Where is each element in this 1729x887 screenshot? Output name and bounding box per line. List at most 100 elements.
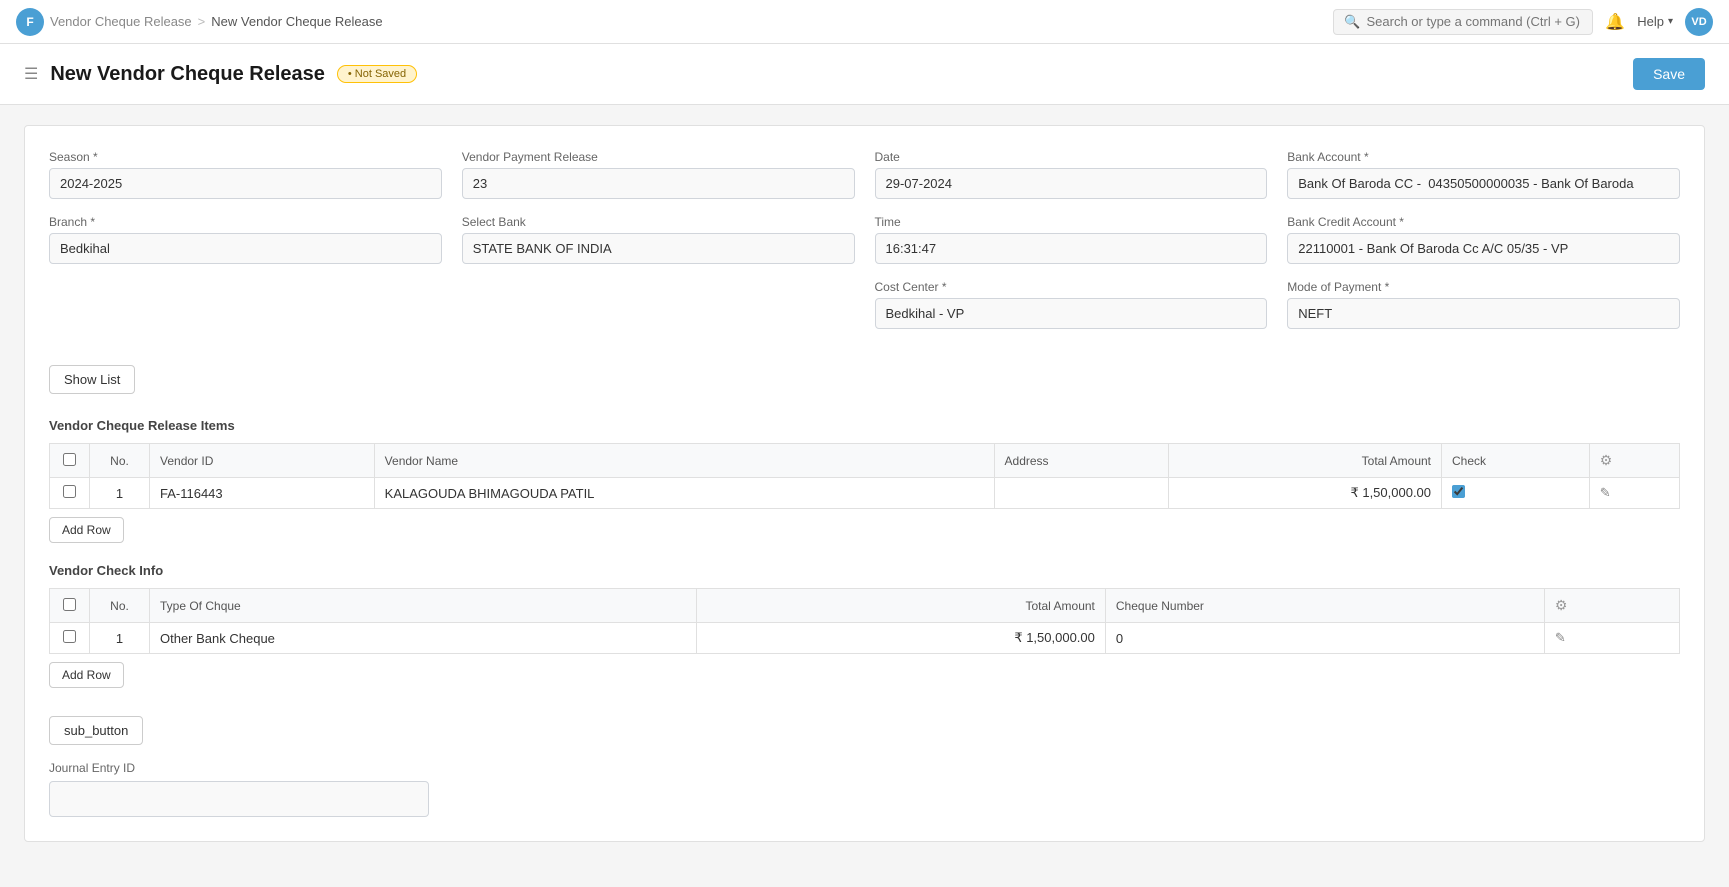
select-bank-label: Select Bank: [462, 215, 855, 229]
vendor-items-add-row-button[interactable]: Add Row: [49, 517, 124, 543]
vendor-payment-field: Vendor Payment Release: [462, 150, 855, 199]
vendor-items-header-total-amount: Total Amount: [1169, 444, 1442, 478]
time-field: Time: [875, 215, 1268, 264]
page-header: ☰ New Vendor Cheque Release • Not Saved …: [0, 44, 1729, 105]
vendor-item-row-check: [1442, 478, 1590, 509]
branch-input[interactable]: [49, 233, 442, 264]
vendor-items-header-check: Check: [1442, 444, 1590, 478]
settings-icon-2[interactable]: ⚙: [1555, 597, 1568, 613]
vendor-item-row-checkbox-cell: [50, 478, 90, 509]
breadcrumb-parent[interactable]: Vendor Cheque Release: [50, 14, 192, 29]
vendor-item-row-edit: ✎: [1589, 478, 1679, 509]
edit-icon[interactable]: ✎: [1600, 485, 1611, 500]
edit-icon-2[interactable]: ✎: [1555, 630, 1566, 645]
date-label: Date: [875, 150, 1268, 164]
vendor-item-row-checkbox[interactable]: [63, 485, 76, 498]
nav-right: 🔍 🔔 Help ▾ VD: [1333, 8, 1713, 36]
vendor-payment-input[interactable]: [462, 168, 855, 199]
breadcrumb: Vendor Cheque Release > New Vendor Chequ…: [50, 14, 383, 29]
mode-of-payment-label: Mode of Payment *: [1287, 280, 1680, 294]
vendor-items-header-vendor-name: Vendor Name: [374, 444, 994, 478]
season-input[interactable]: [49, 168, 442, 199]
journal-entry-input[interactable]: [49, 781, 429, 817]
bank-credit-account-input[interactable]: [1287, 233, 1680, 264]
notification-bell-icon[interactable]: 🔔: [1605, 12, 1625, 32]
user-avatar[interactable]: VD: [1685, 8, 1713, 36]
vendor-check-header-settings: ⚙: [1544, 589, 1679, 623]
form-grid: Season * Vendor Payment Release Date Ban…: [49, 150, 1680, 329]
search-box[interactable]: 🔍: [1333, 9, 1593, 35]
vendor-check-header-cheque-number: Cheque Number: [1105, 589, 1544, 623]
breadcrumb-current: New Vendor Cheque Release: [211, 14, 382, 29]
vendor-check-row-total-amount: ₹ 1,50,000.00: [697, 623, 1106, 654]
vendor-item-row-total-amount: ₹ 1,50,000.00: [1169, 478, 1442, 509]
chevron-down-icon: ▾: [1668, 16, 1673, 27]
cost-center-input[interactable]: [875, 298, 1268, 329]
vendor-check-header-type: Type Of Chque: [150, 589, 697, 623]
select-bank-field: Select Bank: [462, 215, 855, 264]
search-icon: 🔍: [1344, 14, 1360, 30]
journal-entry-label: Journal Entry ID: [49, 761, 1680, 775]
vendor-item-check-checkbox[interactable]: [1452, 485, 1465, 498]
vendor-check-row-checkbox-cell: [50, 623, 90, 654]
bank-credit-account-label: Bank Credit Account *: [1287, 215, 1680, 229]
show-list-button[interactable]: Show List: [49, 365, 135, 394]
vendor-items-header-no: No.: [90, 444, 150, 478]
branch-field: Branch *: [49, 215, 442, 264]
page-header-left: ☰ New Vendor Cheque Release • Not Saved: [24, 63, 417, 86]
vendor-check-select-all-checkbox[interactable]: [63, 598, 76, 611]
season-label: Season *: [49, 150, 442, 164]
vendor-check-add-row-button[interactable]: Add Row: [49, 662, 124, 688]
sub-button[interactable]: sub_button: [49, 716, 143, 745]
vendor-payment-label: Vendor Payment Release: [462, 150, 855, 164]
bank-account-input[interactable]: [1287, 168, 1680, 199]
vendor-items-header-vendor-id: Vendor ID: [150, 444, 375, 478]
breadcrumb-sep: >: [198, 14, 206, 29]
cost-center-field: Cost Center *: [875, 280, 1268, 329]
vendor-items-section-title: Vendor Cheque Release Items: [49, 418, 1680, 433]
bank-account-label: Bank Account *: [1287, 150, 1680, 164]
select-bank-input[interactable]: [462, 233, 855, 264]
top-navbar: F Vendor Cheque Release > New Vendor Che…: [0, 0, 1729, 44]
form-card: Season * Vendor Payment Release Date Ban…: [24, 125, 1705, 842]
vendor-items-header-checkbox: [50, 444, 90, 478]
date-input[interactable]: [875, 168, 1268, 199]
bank-account-field: Bank Account *: [1287, 150, 1680, 199]
vendor-check-header-total-amount: Total Amount: [697, 589, 1106, 623]
season-field: Season *: [49, 150, 442, 199]
mode-of-payment-field: Mode of Payment *: [1287, 280, 1680, 329]
search-input[interactable]: [1366, 14, 1582, 29]
bank-credit-account-field: Bank Credit Account *: [1287, 215, 1680, 264]
branch-label: Branch *: [49, 215, 442, 229]
save-button[interactable]: Save: [1633, 58, 1705, 90]
vendor-check-row-no: 1: [90, 623, 150, 654]
vendor-check-row-edit: ✎: [1544, 623, 1679, 654]
vendor-check-header-no: No.: [90, 589, 150, 623]
vendor-check-row-cheque-number: 0: [1105, 623, 1544, 654]
table-row: 1 FA-116443 KALAGOUDA BHIMAGOUDA PATIL ₹…: [50, 478, 1680, 509]
vendor-item-row-vendor-id: FA-116443: [150, 478, 375, 509]
vendor-check-section-title: Vendor Check Info: [49, 563, 1680, 578]
vendor-item-row-vendor-name: KALAGOUDA BHIMAGOUDA PATIL: [374, 478, 994, 509]
help-button[interactable]: Help ▾: [1637, 14, 1673, 29]
help-label: Help: [1637, 14, 1664, 29]
vendor-check-table: No. Type Of Chque Total Amount Cheque Nu…: [49, 588, 1680, 654]
app-logo: F: [16, 8, 44, 36]
vendor-item-row-no: 1: [90, 478, 150, 509]
time-input[interactable]: [875, 233, 1268, 264]
vendor-items-select-all-checkbox[interactable]: [63, 453, 76, 466]
mode-of-payment-input[interactable]: [1287, 298, 1680, 329]
settings-icon[interactable]: ⚙: [1600, 452, 1613, 468]
vendor-items-header-address: Address: [994, 444, 1169, 478]
vendor-items-header-settings: ⚙: [1589, 444, 1679, 478]
time-label: Time: [875, 215, 1268, 229]
table-row: 1 Other Bank Cheque ₹ 1,50,000.00 0 ✎: [50, 623, 1680, 654]
main-content: Season * Vendor Payment Release Date Ban…: [0, 105, 1729, 878]
page-title: New Vendor Cheque Release: [50, 63, 325, 86]
vendor-check-row-checkbox[interactable]: [63, 630, 76, 643]
hamburger-icon[interactable]: ☰: [24, 64, 38, 84]
cost-center-label: Cost Center *: [875, 280, 1268, 294]
vendor-item-row-address: [994, 478, 1169, 509]
not-saved-badge: • Not Saved: [337, 65, 417, 83]
vendor-items-table: No. Vendor ID Vendor Name Address Total …: [49, 443, 1680, 509]
